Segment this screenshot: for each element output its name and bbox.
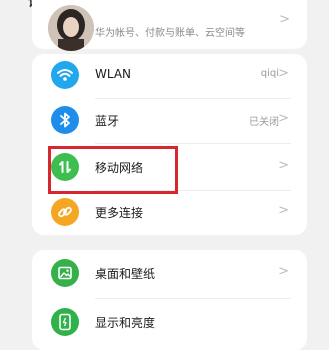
connectivity-group: WLAN qiqi > 蓝牙 已关闭 > 移动网络 > 更多连接 > [32,54,307,235]
settings-item-wallpaper[interactable]: 桌面和壁纸 > [32,252,307,296]
divider [95,143,291,144]
display-brightness-label: 显示和亮度 [95,316,156,330]
chevron-right-icon: > [278,264,289,279]
settings-item-more-connections[interactable]: 更多连接 > [32,191,307,235]
bluetooth-icon [51,106,79,134]
link-icon [51,198,79,226]
settings-item-display-brightness[interactable]: 显示和亮度 [32,301,307,345]
wlan-label: WLAN [95,67,132,81]
bluetooth-label: 蓝牙 [95,114,120,128]
wlan-value: qiqi [260,68,279,79]
settings-item-wlan[interactable]: WLAN qiqi > [32,54,307,98]
chevron-right-icon: > [278,66,289,81]
settings-item-bluetooth[interactable]: 蓝牙 已关闭 > [32,99,307,143]
chevron-right-icon: > [279,12,290,27]
chevron-right-icon: > [278,203,289,218]
more-connections-label: 更多连接 [95,206,144,220]
chevron-right-icon: > [278,158,289,173]
wifi-icon [51,61,79,89]
avatar [48,5,94,51]
display-brightness-icon [51,308,79,336]
account-card[interactable]: 华为帐号、付款与账单、云空间等 > [32,0,307,51]
divider [95,298,291,299]
account-subtitle: 华为帐号、付款与账单、云空间等 [95,28,245,39]
chevron-right-icon: > [278,111,289,126]
wallpaper-label: 桌面和壁纸 [95,267,156,281]
wallpaper-icon [51,259,79,287]
highlight-box [48,146,178,194]
bluetooth-value: 已关闭 [249,117,279,128]
display-group: 桌面和壁纸 > 显示和亮度 [32,250,307,350]
